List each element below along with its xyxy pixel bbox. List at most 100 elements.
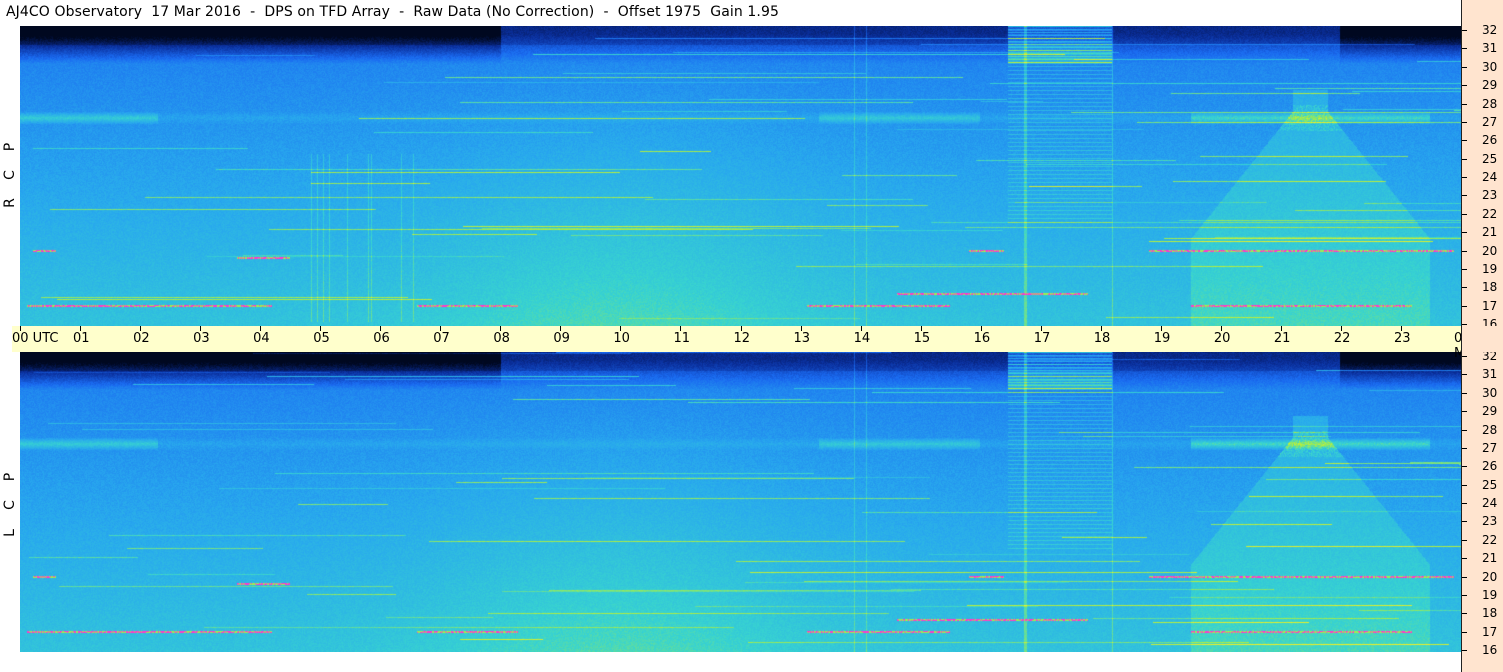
freq-axis-rcp: 32 31 30 29 28 27 26 25 24 23 22 21 20 19 18 17 16 xyxy=(1461,23,1503,331)
rcp-heatmap-canvas xyxy=(20,26,1461,326)
freq-tick-mark xyxy=(1462,466,1467,468)
lcp-spectrogram xyxy=(20,352,1461,652)
freq-tick-mark xyxy=(1462,484,1467,486)
time-axis: 00 UTC 01 02 03 04 05 06 07 08 09 10 11 12 13 14 15 16 17… xyxy=(12,326,1482,361)
freq-tick-label: 24 xyxy=(1482,496,1498,510)
freq-tick-label: 25 xyxy=(1482,477,1498,492)
freq-tick-mark xyxy=(1462,521,1467,523)
freq-tick-mark xyxy=(1462,613,1467,615)
time-tick-label: 04 xyxy=(253,331,270,346)
freq-tick-label: 17 xyxy=(1482,298,1498,313)
freq-tick-mark xyxy=(1462,594,1467,596)
freq-tick-label: 28 xyxy=(1482,96,1498,111)
freq-tick-label: 19 xyxy=(1482,587,1498,602)
freq-tick-mark xyxy=(1462,140,1467,142)
freq-tick-mark xyxy=(1462,85,1467,87)
freq-tick-mark xyxy=(1462,268,1467,270)
freq-tick-mark xyxy=(1462,374,1467,376)
time-tick-label: 21 xyxy=(1273,331,1291,346)
freq-tick-label: 30 xyxy=(1482,59,1498,74)
time-tick-label: 00 UTC xyxy=(12,331,59,346)
freq-tick-label: 31 xyxy=(1482,41,1498,56)
rcp-letter-c: C xyxy=(2,170,18,180)
freq-tick-mark xyxy=(1462,195,1467,197)
lcp-label: P C L xyxy=(2,430,18,580)
freq-tick-mark xyxy=(1462,576,1467,578)
freq-tick-mark xyxy=(1462,30,1467,31)
freq-axis-lcp: 32 31 30 29 28 27 26 25 24 23 22 21 20 19 18 17 16 xyxy=(1461,349,1503,672)
freq-tick-label: 17 xyxy=(1482,624,1498,639)
freq-tick-mark xyxy=(1462,392,1467,394)
freq-tick-mark xyxy=(1462,305,1467,307)
freq-tick-mark xyxy=(1462,324,1467,325)
time-tick-label: 14 xyxy=(853,331,871,346)
time-tick-label: 12 xyxy=(733,331,751,346)
rcp-label: P C R xyxy=(2,100,18,250)
freq-tick-mark xyxy=(1462,429,1467,431)
freq-tick-label: 31 xyxy=(1482,367,1498,382)
rcp-spectrogram xyxy=(20,26,1461,326)
rcp-letter-r: R xyxy=(1,198,18,208)
freq-tick-label: 29 xyxy=(1482,78,1498,93)
lcp-heatmap-canvas xyxy=(20,352,1461,652)
time-tick-label: 19 xyxy=(1153,331,1171,346)
freq-tick-label: 23 xyxy=(1482,514,1498,529)
title-bar: AJ4CO Observatory 17 Mar 2016 - DPS on T… xyxy=(0,0,1462,26)
time-tick-label: 13 xyxy=(793,331,811,346)
freq-tick-mark xyxy=(1462,503,1467,504)
freq-tick-label: 27 xyxy=(1482,440,1498,455)
freq-tick-mark xyxy=(1462,48,1467,50)
freq-tick-mark xyxy=(1462,158,1467,160)
time-tick-label: 07 xyxy=(433,331,450,346)
lcp-letter-c: C xyxy=(2,500,18,510)
freq-tick-mark xyxy=(1462,232,1467,234)
time-tick-label: 01 xyxy=(73,331,90,346)
time-tick-label: 16 xyxy=(973,331,991,346)
freq-tick-label: 28 xyxy=(1482,422,1498,437)
freq-tick-label: 26 xyxy=(1482,133,1498,148)
freq-axis-gap xyxy=(1461,326,1503,352)
lcp-letter-l: L xyxy=(2,529,18,537)
time-tick-label: 06 xyxy=(373,331,390,346)
freq-tick-label: 25 xyxy=(1482,151,1498,166)
time-tick-label: 10 xyxy=(613,331,630,346)
freq-tick-mark xyxy=(1462,650,1467,651)
freq-tick-mark xyxy=(1462,356,1467,357)
freq-tick-mark xyxy=(1462,411,1467,413)
freq-tick-mark xyxy=(1462,213,1467,215)
freq-tick-label: 20 xyxy=(1482,243,1498,258)
time-tick-label: 23 xyxy=(1393,331,1411,346)
freq-tick-mark xyxy=(1462,287,1467,289)
chart-title: AJ4CO Observatory 17 Mar 2016 - DPS on T… xyxy=(6,4,779,20)
freq-tick-label: 18 xyxy=(1482,606,1498,621)
freq-tick-label: 29 xyxy=(1482,404,1498,419)
lcp-letter-p: P xyxy=(1,472,18,482)
freq-tick-label: 27 xyxy=(1482,114,1498,129)
rcp-letter-p: P xyxy=(1,142,18,152)
freq-tick-label: 22 xyxy=(1482,532,1498,547)
time-tick-label: 20 xyxy=(1213,331,1231,346)
freq-tick-label: 32 xyxy=(1482,23,1498,37)
freq-tick-mark xyxy=(1462,447,1467,449)
time-tick-label: 05 xyxy=(313,331,330,346)
freq-tick-label: 18 xyxy=(1482,280,1498,295)
freq-tick-label: 24 xyxy=(1482,170,1498,184)
time-tick-label: 09 xyxy=(553,331,570,346)
freq-tick-mark xyxy=(1462,66,1467,68)
time-tick-label: 11 xyxy=(673,331,690,346)
time-tick-label: 08 xyxy=(493,331,510,346)
time-tick-label: 15 xyxy=(913,331,931,346)
time-tick-label: 17 xyxy=(1033,331,1051,346)
freq-tick-label: 22 xyxy=(1482,206,1498,221)
freq-tick-mark xyxy=(1462,103,1467,105)
freq-tick-mark xyxy=(1462,631,1467,633)
freq-tick-label: 23 xyxy=(1482,188,1498,203)
freq-tick-label: 26 xyxy=(1482,459,1498,474)
freq-tick-label: 20 xyxy=(1482,569,1498,584)
freq-tick-label: 16 xyxy=(1482,643,1498,657)
freq-tick-mark xyxy=(1462,539,1467,541)
time-tick-label: 02 xyxy=(133,331,150,346)
freq-tick-label: 21 xyxy=(1482,551,1498,566)
freq-tick-mark xyxy=(1462,558,1467,560)
freq-tick-label: 19 xyxy=(1482,261,1498,276)
